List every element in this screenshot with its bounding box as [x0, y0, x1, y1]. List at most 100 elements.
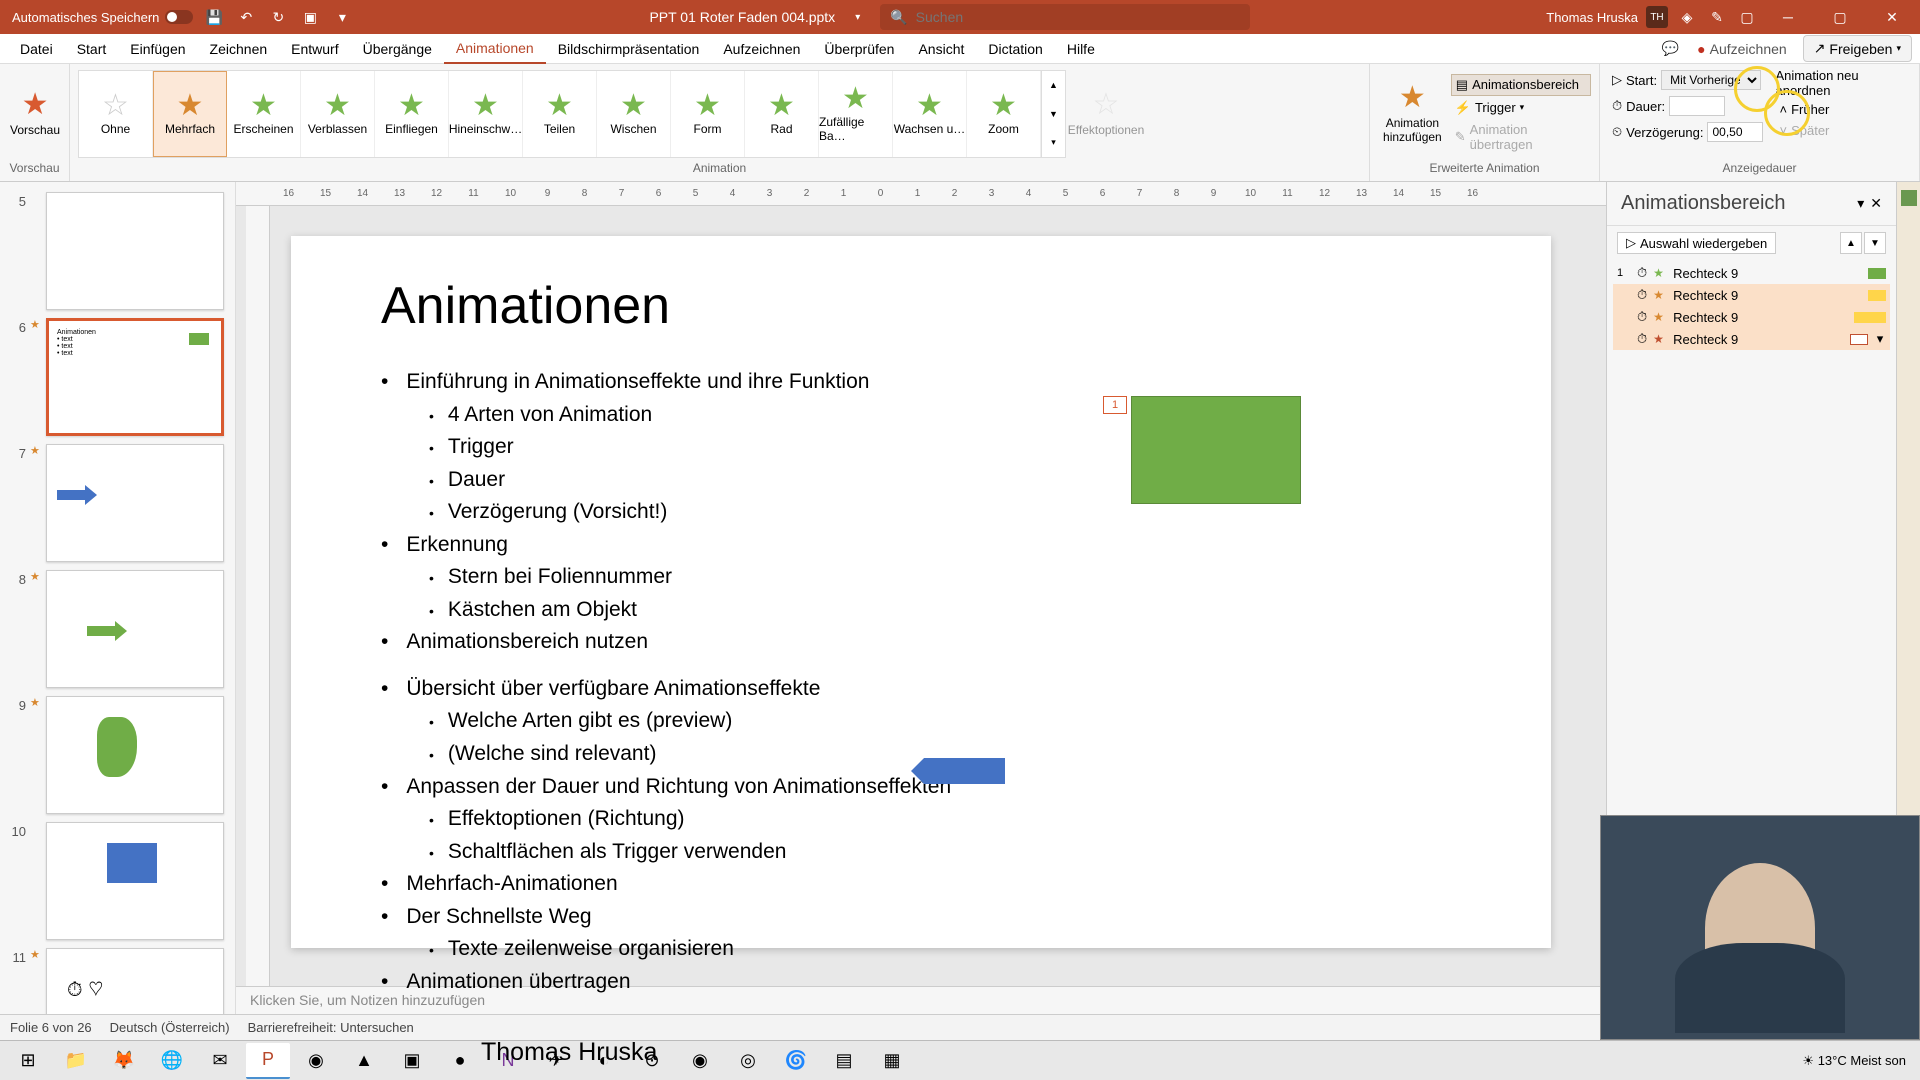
redo-icon[interactable]: ↻ — [267, 6, 289, 28]
pane-dropdown-icon[interactable]: ▾ — [1857, 195, 1864, 212]
dropdown-icon[interactable]: ▾ — [855, 12, 860, 23]
thumb-6[interactable]: Animationen• text• text• text — [46, 318, 224, 436]
app-icon-3[interactable]: ● — [438, 1043, 482, 1079]
tab-datei[interactable]: Datei — [8, 35, 65, 63]
share-button[interactable]: ↗Freigeben▾ — [1803, 35, 1912, 62]
tab-entwurf[interactable]: Entwurf — [279, 35, 350, 63]
tab-zeichnen[interactable]: Zeichnen — [198, 35, 280, 63]
animation-pane-button[interactable]: ▤Animationsbereich — [1451, 74, 1591, 96]
tab-dictation[interactable]: Dictation — [976, 35, 1054, 63]
thumb-7[interactable] — [46, 444, 224, 562]
animation-list-item[interactable]: ⏱★Rechteck 9 — [1613, 284, 1890, 306]
move-up-button[interactable]: ▲ — [1840, 232, 1862, 254]
anim-zufaellige[interactable]: ★Zufällige Ba… — [819, 71, 893, 157]
window-icon[interactable]: ▢ — [1736, 6, 1758, 28]
anim-hineinschweben[interactable]: ★Hineinschw… — [449, 71, 523, 157]
app-icon-2[interactable]: ▣ — [390, 1043, 434, 1079]
anim-ohne[interactable]: ☆Ohne — [79, 71, 153, 157]
search-box[interactable]: 🔍 — [880, 4, 1250, 30]
tab-einfuegen[interactable]: Einfügen — [118, 35, 197, 63]
add-animation[interactable]: ★ Animation hinzufügen — [1378, 80, 1447, 148]
pen-icon[interactable]: ✎ — [1706, 6, 1728, 28]
anim-teilen[interactable]: ★Teilen — [523, 71, 597, 157]
animation-list-item[interactable]: 1⏱★Rechteck 9 — [1613, 262, 1890, 284]
language-status[interactable]: Deutsch (Österreich) — [110, 1020, 230, 1035]
slide-thumbnails[interactable]: 5 6★Animationen• text• text• text 7★ 8★ … — [0, 182, 236, 1014]
vlc-icon[interactable]: ▲ — [342, 1043, 386, 1079]
more-icon[interactable]: ▾ — [331, 6, 353, 28]
anim-zoom[interactable]: ★Zoom — [967, 71, 1041, 157]
minimize-button[interactable]: ─ — [1766, 0, 1810, 34]
slide-canvas[interactable]: Animationen Einführung in Animationseffe… — [291, 236, 1551, 948]
anim-wischen[interactable]: ★Wischen — [597, 71, 671, 157]
comments-icon[interactable]: 💬 — [1659, 38, 1681, 60]
undo-icon[interactable]: ↶ — [235, 6, 257, 28]
slide-editor: 1615141312111098765432101234567891011121… — [236, 182, 1606, 1014]
animation-list-item[interactable]: ⏱★Rechteck 9▾ — [1613, 328, 1890, 350]
tab-start[interactable]: Start — [65, 35, 119, 63]
transfer-animation: ✎Animation übertragen — [1451, 120, 1591, 154]
app-icon-1[interactable]: ◉ — [294, 1043, 338, 1079]
tab-praesentation[interactable]: Bildschirmpräsentation — [546, 35, 712, 63]
anim-mehrfach[interactable]: ★Mehrfach — [153, 71, 227, 157]
anim-verblassen[interactable]: ★Verblassen — [301, 71, 375, 157]
pane-close-icon[interactable]: ✕ — [1870, 195, 1882, 212]
gallery-more[interactable]: ▾ — [1041, 128, 1065, 157]
outlook-icon[interactable]: ✉ — [198, 1043, 242, 1079]
anim-form[interactable]: ★Form — [671, 71, 745, 157]
thumb-11[interactable]: ⏱ ♡ — [46, 948, 224, 1014]
green-rectangle[interactable] — [1131, 396, 1301, 504]
close-button[interactable]: ✕ — [1870, 0, 1914, 34]
powerpoint-icon[interactable]: P — [246, 1043, 290, 1079]
save-icon[interactable]: 💾 — [203, 6, 225, 28]
anim-erscheinen[interactable]: ★Erscheinen — [227, 71, 301, 157]
earlier-button[interactable]: ˄Früher — [1775, 100, 1911, 119]
weather-widget[interactable]: ☀ 13°C Meist son — [1802, 1053, 1906, 1069]
delay-field[interactable]: ⏲Verzögerung: — [1608, 120, 1767, 144]
tab-aufzeichnen[interactable]: Aufzeichnen — [711, 35, 812, 63]
blue-arrow-shape[interactable] — [911, 758, 1005, 784]
slideshow-icon[interactable]: ▣ — [299, 6, 321, 28]
trigger-button[interactable]: ⚡Trigger▾ — [1451, 98, 1591, 118]
explorer-icon[interactable]: 📁 — [54, 1043, 98, 1079]
diamond-icon[interactable]: ◈ — [1676, 6, 1698, 28]
effect-options: ☆ Effektoptionen — [1070, 87, 1142, 141]
animation-tag[interactable]: 1 — [1103, 396, 1127, 414]
tab-ueberpruefen[interactable]: Überprüfen — [812, 35, 906, 63]
tab-animationen[interactable]: Animationen — [444, 34, 546, 64]
anim-rad[interactable]: ★Rad — [745, 71, 819, 157]
play-selection-button[interactable]: ▷Auswahl wiedergeben — [1617, 232, 1776, 254]
thumb-10[interactable] — [46, 822, 224, 940]
record-button[interactable]: ●Aufzeichnen — [1687, 37, 1797, 61]
accessibility-status[interactable]: Barrierefreiheit: Untersuchen — [248, 1020, 414, 1035]
maximize-button[interactable]: ▢ — [1818, 0, 1862, 34]
animation-pane-title: Animationsbereich — [1621, 192, 1786, 215]
vertical-ruler — [246, 206, 270, 986]
start-field[interactable]: ▷Start:Mit Vorheriger — [1608, 68, 1767, 92]
menu-bar: Datei Start Einfügen Zeichnen Entwurf Üb… — [0, 34, 1920, 64]
duration-field[interactable]: ⏱Dauer: — [1608, 94, 1767, 118]
search-icon: 🔍 — [890, 9, 907, 26]
search-input[interactable] — [916, 9, 1241, 25]
slide-counter: Folie 6 von 26 — [10, 1020, 92, 1035]
gallery-up[interactable]: ▲ — [1041, 71, 1065, 100]
firefox-icon[interactable]: 🦊 — [102, 1043, 146, 1079]
thumb-5[interactable] — [46, 192, 224, 310]
anim-wachsen[interactable]: ★Wachsen u… — [893, 71, 967, 157]
thumb-9[interactable] — [46, 696, 224, 814]
gallery-down[interactable]: ▼ — [1041, 99, 1065, 128]
animation-list-item[interactable]: ⏱★Rechteck 9 — [1613, 306, 1890, 328]
tab-uebergaenge[interactable]: Übergänge — [351, 35, 444, 63]
start-button[interactable]: ⊞ — [6, 1043, 50, 1079]
horizontal-ruler: 1615141312111098765432101234567891011121… — [236, 182, 1606, 206]
anim-einfliegen[interactable]: ★Einfliegen — [375, 71, 449, 157]
tab-hilfe[interactable]: Hilfe — [1055, 35, 1107, 63]
tab-ansicht[interactable]: Ansicht — [906, 35, 976, 63]
preview-button[interactable]: ★ Vorschau — [8, 87, 62, 141]
user-avatar[interactable]: TH — [1646, 6, 1668, 28]
move-down-button[interactable]: ▼ — [1864, 232, 1886, 254]
thumb-8[interactable] — [46, 570, 224, 688]
autosave-toggle[interactable]: Automatisches Speichern — [12, 10, 193, 25]
preview-star-icon: ★ — [21, 91, 49, 119]
chrome-icon[interactable]: 🌐 — [150, 1043, 194, 1079]
